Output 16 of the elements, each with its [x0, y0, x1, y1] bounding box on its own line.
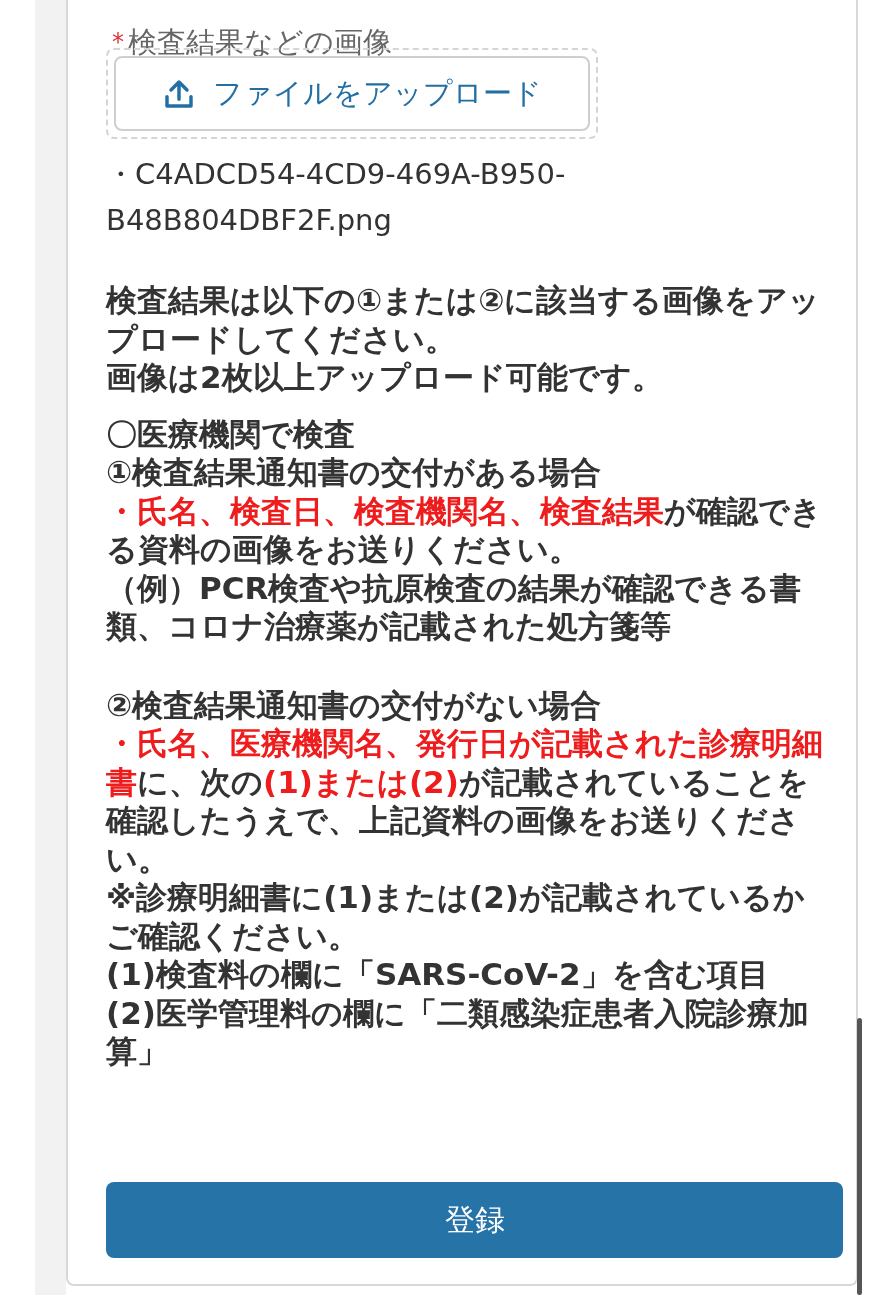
instruction-text: 画像は2枚以上アップロード可能です。	[106, 358, 664, 397]
scrollbar[interactable]	[857, 1018, 862, 1295]
instruction-text: ・氏名、医療機関名、発行日が記載された診療明細書に、次の(1)または(2)が記載されていることを確認したうえで、上記資料の画像をお送りください。	[106, 724, 824, 878]
submit-button[interactable]: 登録	[106, 1182, 843, 1258]
file-name: ・C4ADCD54-4CD9-469A-B950-B48B804DBF2F.png	[106, 156, 567, 239]
instruction-text: （例）PCR検査や抗原検査の結果が確認できる書類、コロナ治療薬が記載された処方箋等	[106, 568, 803, 646]
upload-icon	[162, 77, 195, 110]
instruction-text: ※診療明細書に(1)または(2)が記載されているかご確認ください。	[106, 878, 806, 955]
instruction-text: (1)検査料の欄に「SARS-CoV-2」を含む項目	[106, 955, 770, 994]
instruction-text: ①検査結果通知書の交付がある場合	[106, 453, 603, 492]
instruction-text: ②検査結果通知書の交付がない場合	[106, 685, 603, 724]
instruction-text: (2)医学管理料の欄に「二類感染症患者入院診療加算」	[106, 993, 810, 1071]
instruction-text: ・氏名、検査日、検査機関名、検査結果が確認できる資料の画像をお送りください。	[106, 491, 823, 569]
instruction-text: 〇医療機関で検査	[106, 414, 356, 453]
instruction-text: 検査結果は以下の①または②に該当する画像をアップロードしてください。	[106, 281, 822, 358]
upload-button[interactable]: ファイルをアップロード	[114, 56, 590, 131]
